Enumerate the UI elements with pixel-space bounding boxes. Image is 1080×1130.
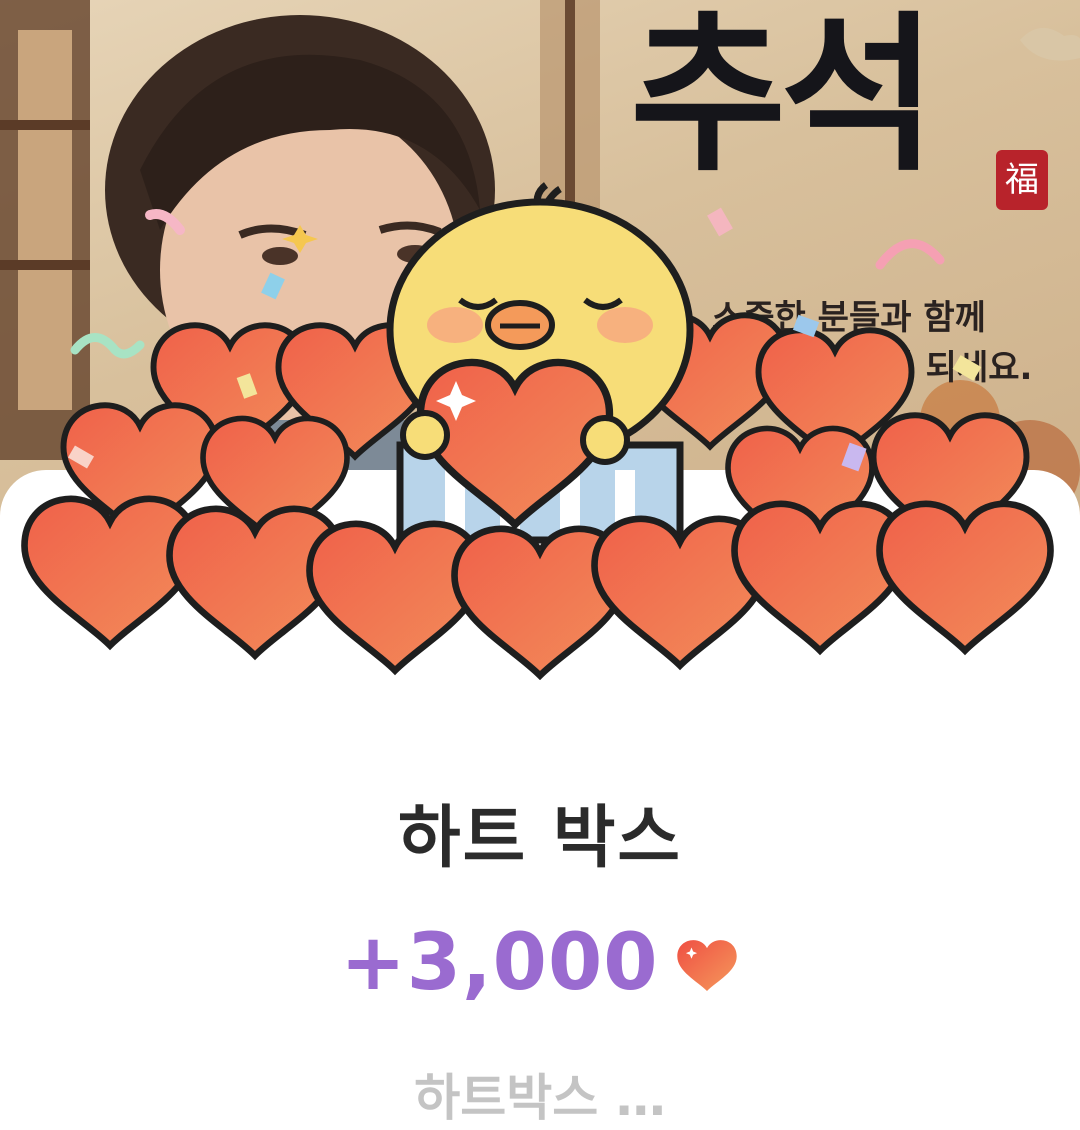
reward-amount: +3,000 xyxy=(340,918,659,1008)
heart-icon xyxy=(676,940,737,992)
reward-amount-row: +3,000 xyxy=(0,918,1080,1008)
reward-description: 하트박스 … xyxy=(414,1069,666,1127)
heart-box-illustration xyxy=(0,182,1080,680)
chick-character xyxy=(386,182,694,544)
reward-title: 하트 박스 xyxy=(398,799,682,878)
